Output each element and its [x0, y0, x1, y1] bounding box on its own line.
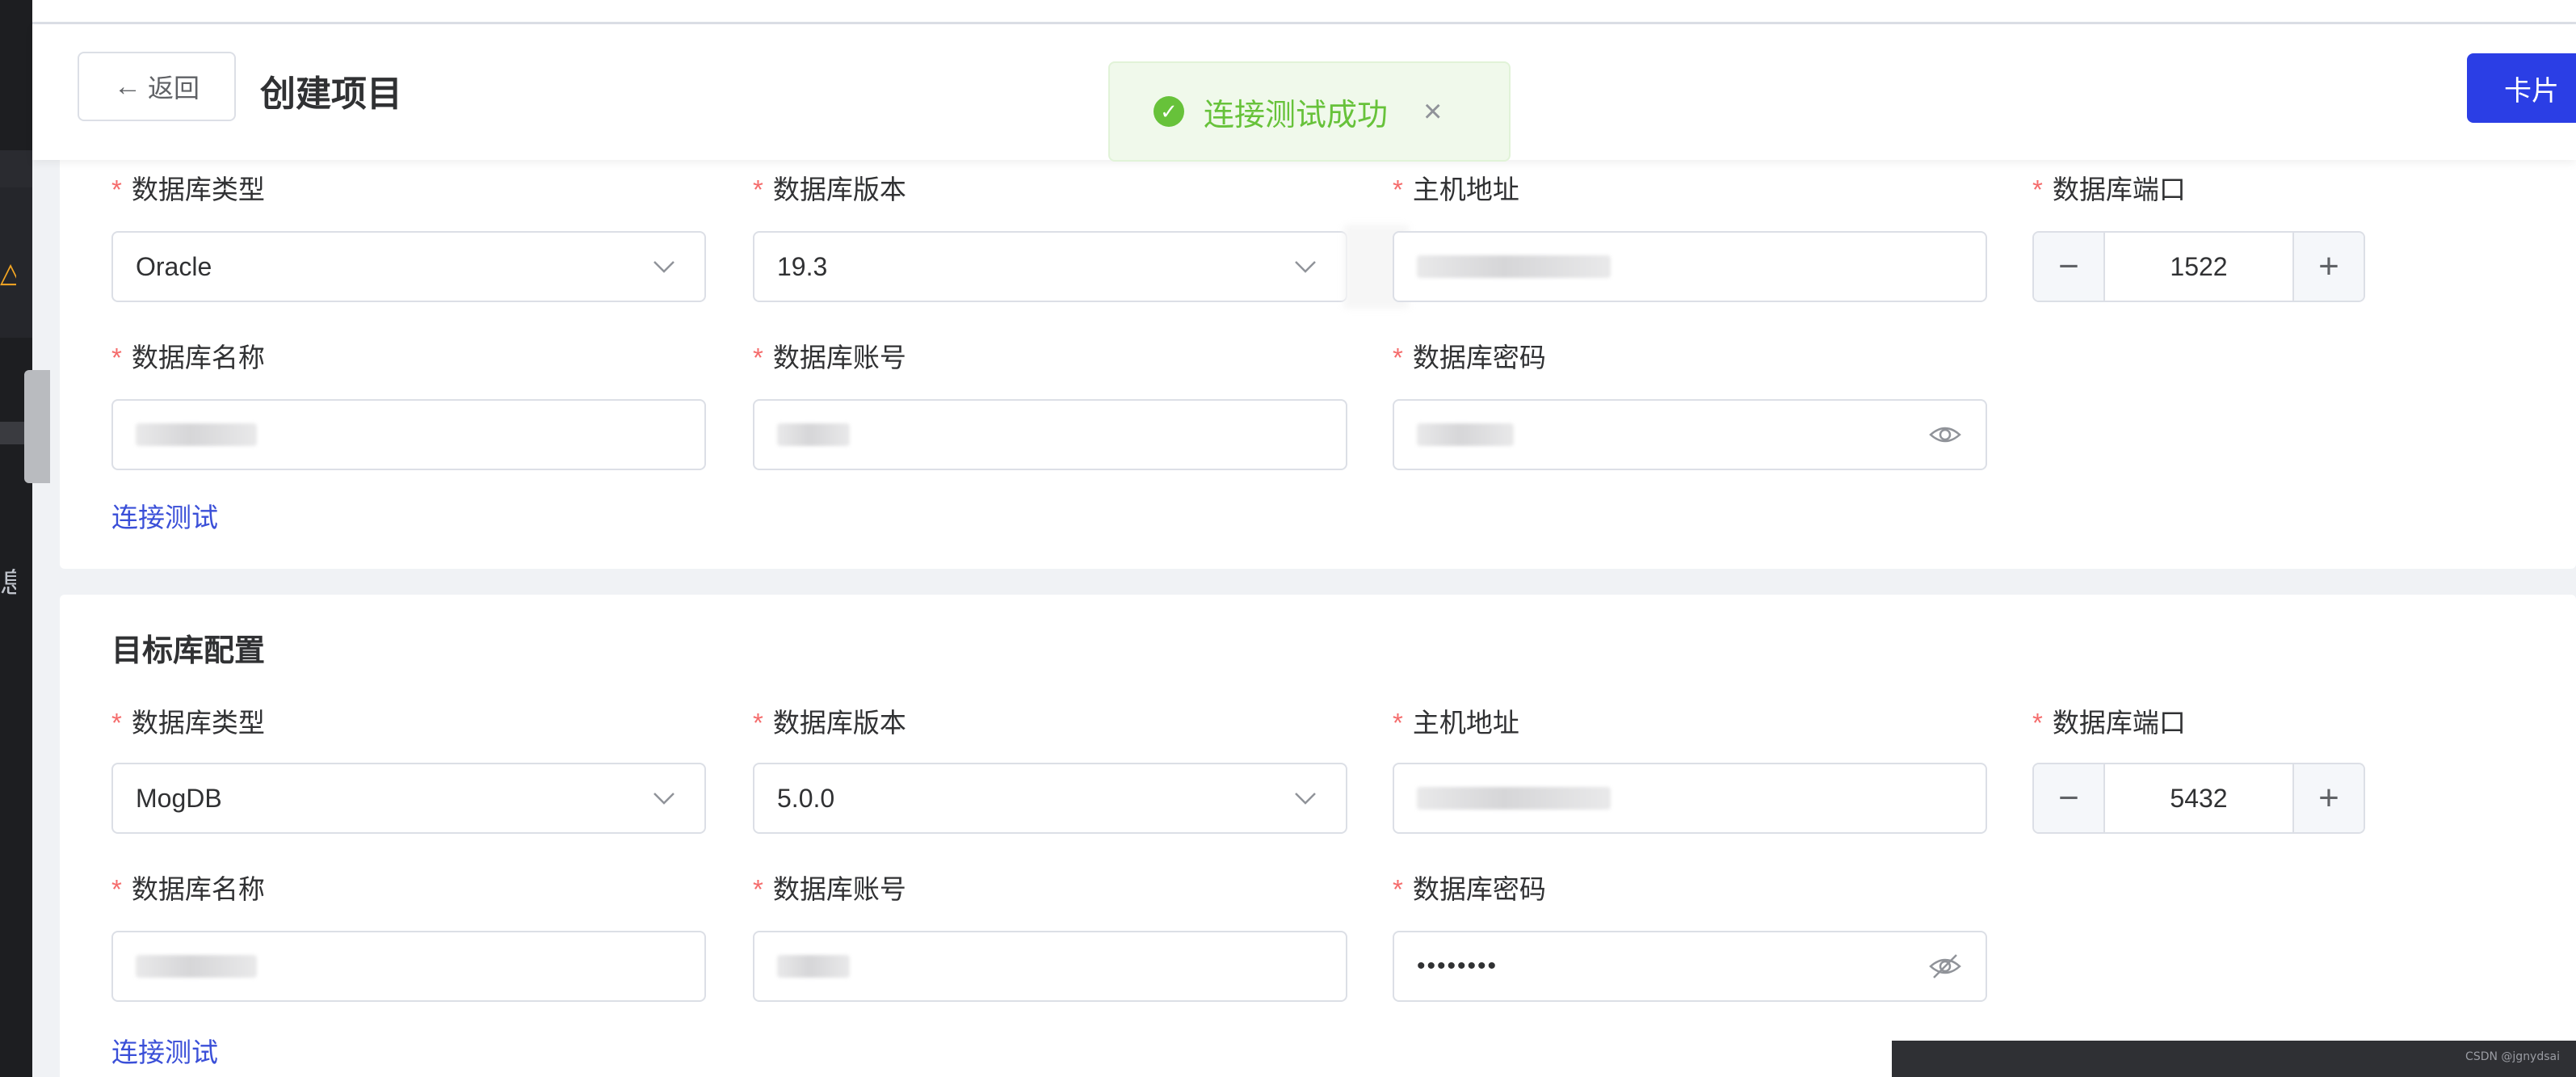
redacted-account — [777, 955, 850, 978]
account-label: * 数据库账号 — [753, 343, 906, 372]
account-label: * 数据库账号 — [753, 874, 906, 904]
test-connection-link[interactable]: 连接测试 — [111, 1031, 218, 1070]
db-version-value: 19.3 — [777, 251, 828, 281]
chevron-down-icon — [1295, 793, 1316, 805]
db-name-input[interactable] — [111, 399, 706, 470]
port-stepper[interactable]: − 5432 + — [2032, 763, 2365, 834]
password-label: * 数据库密码 — [1393, 343, 1546, 372]
sidebar-warning-icon[interactable]: △ — [0, 257, 16, 289]
port-stepper[interactable]: − 1522 + — [2032, 231, 2365, 302]
password-input[interactable]: •••••••• — [1393, 931, 1987, 1002]
sidebar-item-label[interactable]: 息 — [0, 566, 16, 601]
arrow-left-icon: ← — [113, 70, 141, 102]
db-name-input[interactable] — [111, 931, 706, 1002]
target-db-panel: 目标库配置 * 数据库类型 * 数据库版本 * 主机地址 * 数据库端口 MogDB 5… — [60, 595, 2576, 1077]
password-label: * 数据库密码 — [1393, 874, 1546, 904]
db-version-select[interactable]: 5.0.0 — [753, 763, 1347, 834]
decrement-button[interactable]: − — [2034, 233, 2105, 301]
chevron-down-icon — [653, 261, 674, 273]
close-icon[interactable]: × — [1423, 94, 1442, 130]
port-label: * 数据库端口 — [2032, 175, 2186, 204]
section-title: 目标库配置 — [111, 634, 266, 668]
check-circle-icon: ✓ — [1154, 96, 1184, 127]
redacted-host-value — [1417, 787, 1611, 810]
back-button-label: 返回 — [147, 74, 200, 103]
db-version-select[interactable]: 19.3 — [753, 231, 1347, 302]
db-type-select[interactable]: Oracle — [111, 231, 706, 302]
decrement-button[interactable]: − — [2034, 764, 2105, 832]
db-name-label: * 数据库名称 — [111, 343, 265, 372]
port-label: * 数据库端口 — [2032, 708, 2186, 738]
port-value[interactable]: 1522 — [2105, 233, 2292, 301]
host-input[interactable] — [1393, 763, 1987, 834]
db-type-label: * 数据库类型 — [111, 175, 265, 204]
db-type-select[interactable]: MogDB — [111, 763, 706, 834]
redacted-host-value — [1417, 255, 1611, 278]
redacted-account — [777, 423, 850, 446]
host-label: * 主机地址 — [1393, 708, 1519, 738]
source-db-panel: * 数据库类型 * 数据库版本 * 主机地址 * 数据库端口 Oracle 19.3 −… — [60, 121, 2576, 569]
db-version-label: * 数据库版本 — [753, 708, 906, 738]
db-version-label: * 数据库版本 — [753, 175, 906, 204]
sidebar-band — [0, 150, 32, 187]
back-button[interactable]: ← 返回 — [78, 52, 236, 121]
password-mask: •••••••• — [1417, 953, 1498, 979]
chevron-down-icon — [653, 793, 674, 805]
toast-message: 连接测试成功 — [1204, 98, 1389, 133]
redacted-db-name — [136, 423, 257, 446]
left-sidebar: △ 息 — [0, 0, 32, 1077]
increment-button[interactable]: + — [2292, 233, 2364, 301]
db-version-value: 5.0.0 — [777, 783, 835, 813]
port-value[interactable]: 5432 — [2105, 764, 2292, 832]
watermark-text: CSDN @jgnydsai — [2465, 1050, 2560, 1063]
db-name-label: * 数据库名称 — [111, 874, 265, 904]
account-input[interactable] — [753, 399, 1347, 470]
account-input[interactable] — [753, 931, 1347, 1002]
chevron-down-icon — [1295, 261, 1316, 273]
db-type-value: Oracle — [136, 251, 212, 281]
db-type-label: * 数据库类型 — [111, 708, 265, 738]
increment-button[interactable]: + — [2292, 764, 2364, 832]
host-label: * 主机地址 — [1393, 175, 1519, 204]
redacted-db-name — [136, 955, 257, 978]
host-input[interactable] — [1393, 231, 1987, 302]
password-input[interactable] — [1393, 399, 1987, 470]
watermark-bar: CSDN @jgnydsai — [1892, 1041, 2576, 1077]
redacted-password — [1417, 423, 1514, 446]
eye-off-icon[interactable] — [1929, 952, 1961, 981]
page-title: 创建项目 — [260, 74, 402, 114]
success-toast: ✓ 连接测试成功 × — [1108, 61, 1511, 162]
db-type-value: MogDB — [136, 783, 222, 813]
eye-icon[interactable] — [1929, 420, 1961, 449]
card-view-button[interactable]: 卡片 — [2467, 53, 2576, 123]
sidebar-collapse-handle[interactable] — [24, 370, 50, 483]
top-bar — [32, 0, 2576, 24]
test-connection-link[interactable]: 连接测试 — [111, 496, 218, 535]
